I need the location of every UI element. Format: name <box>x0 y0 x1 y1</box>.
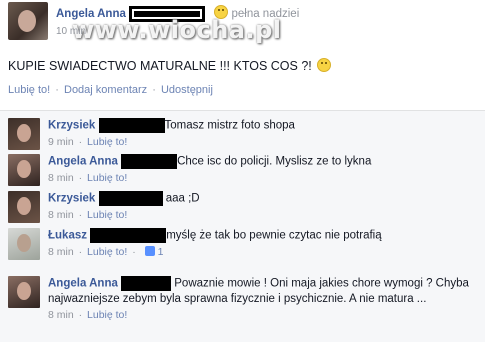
separator: · <box>78 135 83 148</box>
redaction-bar <box>90 228 167 243</box>
comment-text: myślę że tak bo pewnie czytac nie potraf… <box>166 229 382 242</box>
separator: · <box>132 245 136 258</box>
post-timestamp[interactable]: 10 min <box>56 26 86 37</box>
redaction-bar <box>121 276 172 291</box>
commenter-avatar[interactable] <box>8 228 40 260</box>
comment-timestamp[interactable]: 8 min <box>48 209 74 221</box>
add-comment-button[interactable]: Dodaj komentarz <box>64 84 147 96</box>
comment-timestamp[interactable]: 8 min <box>48 309 74 321</box>
post-author-avatar[interactable] <box>8 2 48 40</box>
separator: · <box>78 245 83 258</box>
separator: · <box>78 308 83 321</box>
redaction-bar <box>98 191 163 206</box>
like-count[interactable]: 1 <box>158 246 164 258</box>
post-text-content: KUPIE SWIADECTWO MATURALNE !!! KTOS COS … <box>8 59 312 73</box>
commenter-avatar[interactable] <box>8 154 40 186</box>
comment-like-button[interactable]: Lubię to! <box>87 172 127 184</box>
comment-timestamp[interactable]: 8 min <box>48 172 74 184</box>
commenter-name[interactable]: Krzysiek <box>48 120 95 132</box>
comment-text: aaa ;D <box>165 192 200 205</box>
post-actions: Lubię to! · Dodaj komentarz · Udostępnij <box>8 84 213 96</box>
comment-text: Chce isc do policji. Myslisz ze to lykna <box>177 155 372 168</box>
redaction-bar <box>121 154 178 169</box>
like-thumb-icon <box>144 245 155 256</box>
comment-timestamp[interactable]: 9 min <box>48 136 74 148</box>
smiley-icon <box>317 58 332 72</box>
commenter-name[interactable]: Łukasz <box>48 230 87 242</box>
comments-section: Krzysiek Tomasz mistrz foto shopa 9 min … <box>0 110 485 342</box>
commenter-name[interactable]: Angela Anna <box>48 156 118 168</box>
comment-like-button[interactable]: Lubię to! <box>87 309 127 321</box>
commenter-name[interactable]: Angela Anna <box>48 278 118 290</box>
post-text: KUPIE SWIADECTWO MATURALNE !!! KTOS COS … <box>8 58 332 73</box>
like-button[interactable]: Lubię to! <box>8 84 50 96</box>
separator: · <box>152 84 156 96</box>
comment-like-button[interactable]: Lubię to! <box>87 136 127 148</box>
post: Angela Anna pełna nadziei www.wiocha.pl … <box>0 0 485 110</box>
comment-like-button[interactable]: Lubię to! <box>87 246 127 258</box>
commenter-avatar[interactable] <box>8 191 40 223</box>
redaction-bar <box>98 118 165 133</box>
share-button[interactable]: Udostępnij <box>161 84 213 96</box>
comment-timestamp[interactable]: 8 min <box>48 246 74 258</box>
commenter-name[interactable]: Krzysiek <box>48 193 95 205</box>
watermark: www.wiocha.pl <box>72 16 282 44</box>
comment-like-button[interactable]: Lubię to! <box>87 209 127 221</box>
commenter-avatar[interactable] <box>8 118 40 150</box>
separator: · <box>78 171 83 184</box>
comment-text: Tomasz mistrz foto shopa <box>164 119 295 132</box>
separator: · <box>55 84 59 96</box>
separator: · <box>78 208 83 221</box>
commenter-avatar[interactable] <box>8 276 40 308</box>
